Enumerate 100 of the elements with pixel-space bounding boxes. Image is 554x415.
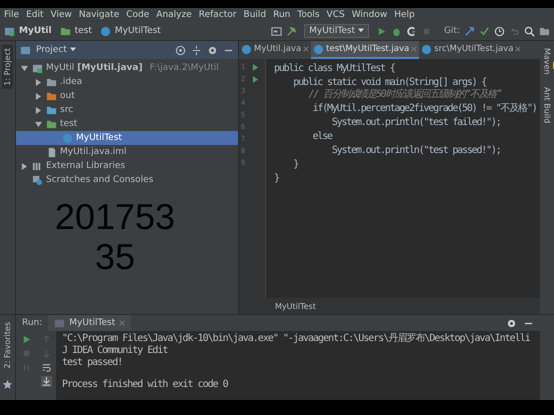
tool-window-tab[interactable]: Maven [542, 45, 552, 78]
checkmark-icon[interactable] [479, 26, 490, 36]
close-icon[interactable] [515, 46, 522, 52]
tree-item[interactable]: MyUtil [MyUtil.java] F:\java.2\MyUtil [16, 61, 238, 75]
class-icon [62, 132, 73, 144]
console-line: test passed! [62, 357, 124, 369]
menu-item[interactable]: Help [394, 10, 415, 20]
menu-item[interactable]: VCS [326, 10, 345, 20]
caret-icon [358, 27, 364, 33]
breadcrumb[interactable]: MyUtil [19, 26, 52, 36]
window-icon[interactable] [271, 26, 282, 36]
class-icon [241, 44, 252, 54]
menu-item[interactable]: Navigate [78, 10, 120, 20]
tree-label: .idea [60, 77, 82, 87]
tree-item[interactable]: test [16, 117, 238, 131]
run-label: Run: [22, 318, 42, 328]
collapse-icon[interactable] [191, 44, 202, 56]
tree-label: External Libraries [46, 161, 126, 171]
run-config-dropdown[interactable]: MyUtilTest [304, 24, 369, 38]
close-icon[interactable] [303, 46, 310, 52]
library-icon [32, 160, 43, 172]
clock-icon[interactable] [494, 26, 505, 36]
code-line: public class MyUtilTest { [273, 62, 396, 75]
module-path: F:\java.2\MyUtil [150, 63, 219, 73]
tree-label: Scratches and Consoles [46, 175, 154, 185]
star-icon [2, 379, 13, 390]
module-icon [32, 62, 43, 74]
menu-item[interactable]: Code [126, 10, 150, 20]
close-icon[interactable] [119, 320, 126, 326]
tree-item[interactable]: MyUtil.java.iml [16, 145, 238, 159]
tree-item[interactable]: out [16, 89, 238, 103]
editor-tab[interactable]: MyUtil.java [239, 41, 312, 59]
menu-item[interactable]: Build [244, 10, 266, 20]
run-tab[interactable]: MyUtilTest [48, 315, 132, 331]
favorites-tool-tab[interactable]: 2: Favorites [2, 319, 13, 372]
module-file: [MyUtil.java] [77, 63, 143, 73]
hammer-icon[interactable] [286, 26, 298, 36]
expand-arrow-icon[interactable] [21, 64, 28, 72]
menu-item[interactable]: Run [273, 10, 290, 20]
menu-item[interactable]: Refactor [198, 10, 237, 20]
target-icon[interactable] [175, 44, 186, 56]
code-line: else [312, 130, 334, 143]
breadcrumb[interactable]: MyUtilTest [114, 26, 161, 36]
editor-tab[interactable]: src\MyUtilTest.java [419, 41, 524, 59]
run-gutter-icon[interactable] [252, 64, 259, 70]
settings-icon[interactable] [207, 44, 218, 56]
menu-item[interactable]: Window [352, 10, 388, 20]
class-icon [421, 44, 432, 54]
folder-icon [46, 76, 57, 88]
expand-arrow-icon[interactable] [35, 106, 42, 114]
tree-item[interactable]: External Libraries [16, 159, 238, 173]
caret-icon [70, 46, 76, 52]
code-line: if(MyUtil.percentage2fivegrade(50) != "不及格") [312, 102, 538, 115]
menu-item[interactable]: File [4, 10, 20, 20]
code-line: public static void main(String[] args) { [292, 76, 488, 88]
scratch-icon [32, 174, 43, 186]
expand-arrow-icon[interactable] [35, 120, 42, 128]
menu-item[interactable]: Tools [297, 10, 320, 20]
id-number: 35 [94, 237, 136, 277]
search-icon[interactable] [524, 26, 535, 36]
project-view-dropdown[interactable]: Project [36, 45, 76, 55]
project-tool-tab[interactable]: 1: Project [2, 45, 13, 89]
tree-label: MyUtil [46, 63, 74, 73]
editor-breadcrumb[interactable]: MyUtilTest [275, 302, 316, 310]
menu-item[interactable]: Edit [26, 10, 44, 20]
id-number: 201753 [54, 197, 176, 237]
scroll-to-end-icon[interactable] [40, 376, 52, 387]
code-line: // 百分制成绩是50时应该返回五级制的“不及格” [308, 89, 502, 101]
wrap-icon[interactable] [40, 362, 52, 373]
folder-icon [60, 26, 71, 36]
tree-label: MyUtilTest [76, 133, 122, 143]
tree-item[interactable]: .idea [16, 75, 238, 89]
tree-item[interactable]: Scratches and Consoles [16, 173, 238, 187]
tree-item[interactable]: src [16, 103, 238, 117]
arrow-icon[interactable] [464, 26, 475, 36]
console-icon [54, 318, 66, 328]
run-gutter-icon[interactable] [252, 76, 259, 82]
expand-arrow-icon[interactable] [35, 78, 42, 86]
settings-icon[interactable] [506, 318, 517, 328]
menu-item[interactable]: View [50, 10, 72, 20]
code-line: System.out.println("test failed!"); [330, 116, 502, 129]
expand-arrow-icon[interactable] [35, 92, 42, 100]
breadcrumb[interactable]: test [74, 26, 92, 36]
tree-label: test [60, 119, 78, 129]
git-label: Git: [444, 26, 460, 36]
editor-tab[interactable]: test\MyUtilTest.java [311, 41, 420, 59]
tool-window-tab[interactable]: Ant Build [542, 84, 552, 126]
menu-item[interactable]: Analyze [156, 10, 192, 20]
tree-item[interactable]: MyUtilTest [16, 131, 238, 145]
folder-icon[interactable] [539, 26, 550, 36]
tree-label: MyUtil.java.iml [60, 147, 127, 157]
code-line: System.out.println("test passed!"); [330, 144, 502, 157]
expand-arrow-icon[interactable] [21, 162, 28, 170]
folder-icon [46, 104, 57, 116]
coverage-icon[interactable] [406, 26, 417, 36]
class-icon [313, 44, 324, 54]
project-icon [20, 44, 31, 56]
class-icon [100, 26, 111, 36]
tree-label: out [60, 91, 75, 101]
console-line: Process finished with exit code 0 [62, 379, 229, 391]
